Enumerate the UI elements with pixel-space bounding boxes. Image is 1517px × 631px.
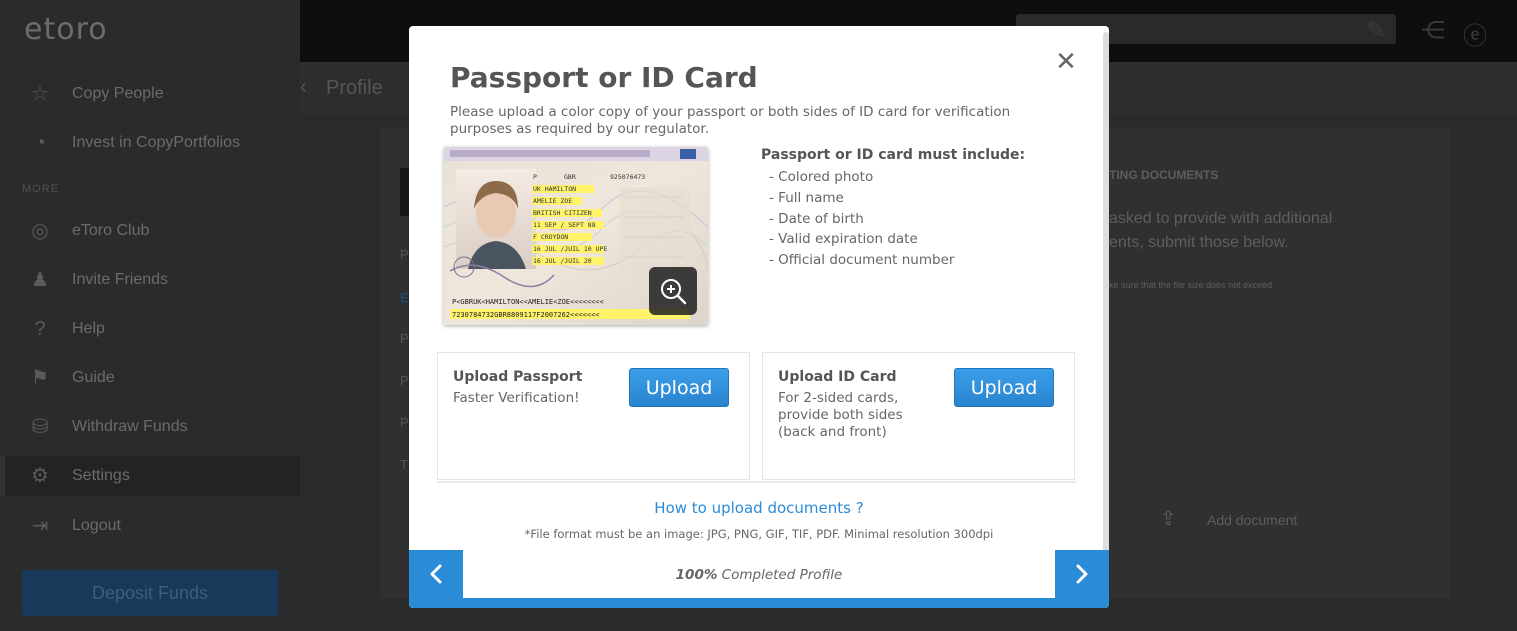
upload-passport-panel: Upload Passport Faster Verification! Upl… [437, 352, 750, 480]
modal-title: Passport or ID Card [450, 61, 758, 94]
svg-text:11 SEP / SEPT 88: 11 SEP / SEPT 88 [533, 221, 596, 229]
pending-text-line: asked to provide with additional [1109, 210, 1333, 227]
sidebar-item-withdraw-funds[interactable]: ⛁ Withdraw Funds [0, 407, 300, 447]
bg-row-label: E [400, 290, 409, 305]
star-icon: ☆ [31, 83, 49, 105]
pencil-icon[interactable]: ✎ [1361, 16, 1391, 46]
svg-text:F CROYDON: F CROYDON [533, 233, 568, 241]
divider [437, 481, 1076, 483]
add-document-link[interactable]: Add document [1207, 512, 1297, 528]
sidebar-item-label: Settings [72, 467, 130, 484]
upload-id-card-subtitle: For 2-sided cards, provide both sides (b… [778, 390, 903, 440]
bg-row-label: P [400, 331, 409, 346]
svg-text:7230784732GBR8809117F2007262<<: 7230784732GBR8809117F2007262<<<<<<< [452, 311, 600, 319]
sidebar-item-label: Withdraw Funds [72, 418, 188, 435]
upload-id-card-panel: Upload ID Card For 2-sided cards, provid… [762, 352, 1075, 480]
svg-text:16 JUL /JUIL 10 UPE: 16 JUL /JUIL 10 UPE [533, 245, 607, 253]
sidebar-item-label: Help [72, 320, 105, 337]
upload-passport-subtitle: Faster Verification! [453, 390, 580, 406]
sidebar-item-help[interactable]: ? Help [0, 309, 300, 349]
more-section-label: MORE [22, 183, 59, 195]
upload-doc-icon: ⇪ [1160, 508, 1177, 530]
share-icon[interactable]: ⋲ [1418, 16, 1448, 46]
modal-scrollbar[interactable] [1103, 32, 1109, 572]
page-title: Profile [326, 77, 383, 99]
bg-row-label: P [400, 373, 409, 388]
file-format-note: *File format must be an image: JPG, PNG,… [524, 527, 994, 541]
gear-icon: ⚙ [31, 465, 49, 487]
chevron-right-icon [1076, 564, 1088, 584]
file-size-note: ke sure that the file size does not exce… [1109, 280, 1273, 290]
requirement-item: Valid expiration date [769, 229, 954, 250]
progress-label: Completed Profile [717, 567, 843, 583]
modal-footer: 100% Completed Profile [409, 550, 1109, 608]
club-icon: ◎ [31, 220, 49, 242]
deposit-funds-button[interactable]: Deposit Funds [22, 570, 278, 616]
upload-id-card-button[interactable]: Upload [954, 368, 1054, 407]
sidebar-item-copy-people[interactable]: ☆ Copy People [0, 74, 300, 114]
bg-row-label: P [400, 415, 409, 430]
svg-text:16 JUL /JUIL 20: 16 JUL /JUIL 20 [533, 257, 592, 265]
profile-progress: 100% Completed Profile [409, 567, 1109, 583]
svg-text:925076473: 925076473 [610, 173, 645, 181]
guide-icon: ⚑ [31, 367, 49, 389]
next-step-button[interactable] [1055, 550, 1109, 598]
back-chevron-icon[interactable]: ‹ [300, 76, 307, 99]
user-avatar-icon[interactable]: ⓔ [1460, 16, 1490, 50]
sidebar-item-label: eToro Club [72, 222, 150, 239]
upload-passport-title: Upload Passport [453, 369, 583, 385]
sidebar-item-guide[interactable]: ⚑ Guide [0, 358, 300, 398]
requirements-list: Colored photo Full name Date of birth Va… [769, 167, 954, 271]
portfolio-icon: ◔ [33, 132, 47, 154]
pending-text-line: ents, submit those below. [1109, 234, 1289, 251]
sidebar-item-label: Logout [72, 517, 121, 534]
sidebar-item-label: Invest in CopyPortfolios [72, 134, 241, 151]
invite-icon: ♟ [31, 269, 49, 291]
bg-row-label: P [400, 247, 409, 262]
svg-text:P<GBRUK<HAMILTON<<AMELIE<ZOE<<: P<GBRUK<HAMILTON<<AMELIE<ZOE<<<<<<<< [452, 298, 604, 306]
requirement-item: Official document number [769, 250, 954, 271]
modal-description: Please upload a color copy of your passp… [450, 104, 1011, 137]
how-to-upload-link[interactable]: How to upload documents ? [409, 499, 1109, 517]
etoro-logo[interactable]: etoro [24, 12, 108, 47]
sidebar-item-copyportfolios[interactable]: ◔ Invest in CopyPortfolios [0, 123, 300, 163]
sidebar-item-label: Copy People [72, 85, 164, 102]
close-icon[interactable]: ✕ [1052, 48, 1080, 76]
sidebar-item-settings[interactable]: ⚙ Settings [0, 456, 300, 496]
sidebar-item-label: Invite Friends [72, 271, 169, 288]
progress-bar [409, 598, 1109, 608]
svg-text:GBR: GBR [564, 173, 576, 181]
requirement-item: Colored photo [769, 167, 954, 188]
svg-text:BRITISH CITIZEN: BRITISH CITIZEN [533, 209, 592, 217]
upload-id-card-title: Upload ID Card [778, 369, 897, 385]
withdraw-icon: ⛁ [31, 416, 49, 438]
sidebar-item-invite-friends[interactable]: ♟ Invite Friends [0, 260, 300, 300]
sidebar-item-etoro-club[interactable]: ◎ eToro Club [0, 211, 300, 251]
pending-documents-header: TING DOCUMENTS [1109, 168, 1219, 182]
svg-text:AMELIE ZOE: AMELIE ZOE [533, 197, 572, 205]
help-icon: ? [34, 318, 46, 340]
progress-percent: 100% [675, 567, 718, 583]
passport-id-modal: ✕ Passport or ID Card Please upload a co… [409, 26, 1109, 608]
svg-text:UK HAMILTON: UK HAMILTON [533, 185, 576, 193]
bg-row-label: T [400, 457, 408, 472]
sidebar-item-logout[interactable]: ⇥ Logout [0, 506, 300, 546]
sidebar: etoro ☆ Copy People ◔ Invest in CopyPort… [0, 0, 300, 631]
logout-icon: ⇥ [31, 515, 49, 537]
requirements-title: Passport or ID card must include: [761, 147, 1026, 163]
svg-text:P: P [533, 173, 537, 181]
sidebar-item-label: Guide [72, 369, 115, 386]
requirement-item: Full name [769, 188, 954, 209]
zoom-in-icon[interactable] [649, 267, 697, 315]
requirement-item: Date of birth [769, 209, 954, 230]
upload-passport-button[interactable]: Upload [629, 368, 729, 407]
